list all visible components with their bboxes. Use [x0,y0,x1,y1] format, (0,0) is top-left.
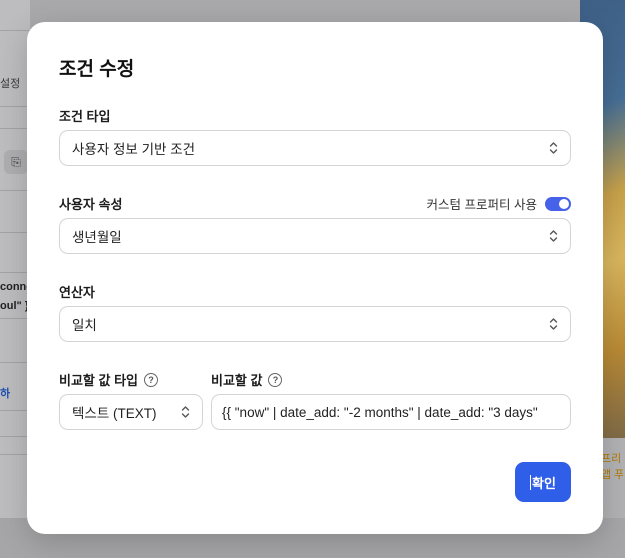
user-attribute-label-text: 사용자 속성 [59,197,123,212]
chevron-up-down-icon [548,229,558,243]
background-folder-icon: ⎘ [4,150,28,174]
background-divider [0,410,30,411]
compare-value-label: 비교할 값 ? [211,370,283,389]
background-divider [0,128,30,129]
operator-value: 일치 [72,318,97,333]
compare-value-type-label-text: 비교할 값 타입 [59,373,138,388]
background-text: 프리 [601,453,622,465]
background-divider [0,272,30,273]
user-attribute-value: 생년월일 [72,230,122,245]
background-text: conne [0,281,28,293]
modal-title: 조건 수정 [59,59,135,80]
help-icon[interactable]: ? [143,372,158,387]
background-divider [0,318,30,319]
compare-value-type-value: 텍스트 (TEXT) [72,406,157,421]
chevron-up-down-icon [180,405,190,419]
condition-type-select[interactable]: 사용자 정보 기반 조건 [59,130,571,166]
compare-value-input[interactable] [211,394,571,430]
chevron-up-down-icon [548,141,558,155]
operator-select[interactable]: 일치 [59,306,571,342]
compare-value-label-text: 비교할 값 [211,373,263,388]
background-text: oul" } [0,300,28,312]
background-text: 앱 푸 [601,469,623,481]
confirm-button-label: 확인 [532,475,556,491]
user-attribute-label: 사용자 속성 [59,194,122,213]
background-text: 하 [0,388,11,400]
edit-condition-modal: 조건 수정 조건 타입 사용자 정보 기반 조건 사용자 속성 커스텀 프로퍼티… [27,22,603,534]
background-divider [0,436,30,437]
background-text: 설정 [0,78,21,90]
background-divider [0,106,30,107]
compare-value-type-label: 비교할 값 타입 ? [59,370,158,389]
background-divider [0,30,30,31]
background-divider [0,190,30,191]
custom-property-label: 커스텀 프로퍼티 사용 [426,198,537,212]
background-divider [0,454,30,455]
user-attribute-select[interactable]: 생년월일 [59,218,571,254]
operator-label-text: 연산자 [59,285,95,300]
text-cursor [530,474,532,490]
chevron-up-down-icon [548,317,558,331]
custom-property-toggle[interactable] [545,196,571,211]
custom-property-toggle-row: 커스텀 프로퍼티 사용 [427,194,571,213]
condition-type-value: 사용자 정보 기반 조건 [72,142,196,157]
compare-value-type-select[interactable]: 텍스트 (TEXT) [59,394,203,430]
condition-type-label-text: 조건 타입 [59,109,111,124]
operator-label: 연산자 [59,282,95,301]
toggle-knob [559,198,569,209]
background-divider [0,232,30,233]
confirm-button[interactable]: 확인 [515,462,571,502]
help-icon[interactable]: ? [268,372,283,387]
background-divider [0,362,30,363]
condition-type-label: 조건 타입 [59,106,110,125]
